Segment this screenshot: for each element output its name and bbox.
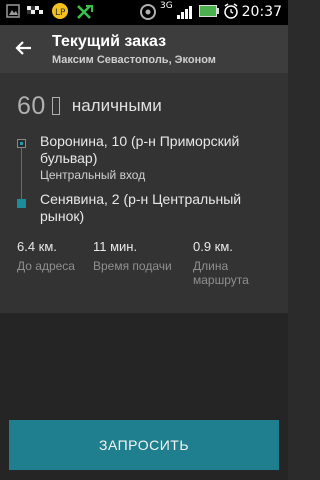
page-subtitle: Максим Севастополь, Эконом [52, 54, 216, 66]
battery-icon [199, 5, 219, 17]
stat-label: Длина маршрута [193, 259, 249, 287]
stat-label: До адреса [17, 259, 75, 273]
price-amount: 60 [17, 92, 46, 120]
pickup-entrance: Центральный вход [40, 168, 146, 182]
clock-time: 20:37 [241, 4, 282, 20]
order-details-panel: 60 наличными Воронина, 10 (р-н Приморский… [0, 73, 288, 313]
destination-marker-icon [17, 199, 26, 208]
alarm-icon [224, 3, 238, 19]
back-arrow-icon[interactable] [15, 39, 33, 57]
stat-route-length: 0.9 км. Длина маршрута [193, 239, 273, 287]
page-title: Текущий заказ [52, 33, 167, 50]
route-connector [21, 147, 22, 199]
svg-text:LP: LP [55, 8, 66, 18]
stat-arrival-time: 11 мин. Время подачи [93, 239, 172, 273]
price-row: 60 наличными [17, 92, 162, 121]
pickup-marker-icon [17, 139, 26, 148]
lp-app-icon: LP [52, 3, 68, 19]
stat-value: 0.9 км. [193, 239, 233, 254]
signal-strength-icon [177, 6, 192, 19]
pickup-address: Воронина, 10 (р-н Приморский бульвар) [40, 133, 240, 166]
payment-method: наличными [71, 96, 162, 115]
wifi-signal-icon [140, 4, 156, 20]
stat-value: 11 мин. [93, 239, 138, 254]
destination-address: Сенявина, 2 (р-н Центральный рынок) [40, 191, 242, 224]
stat-value: 6.4 км. [17, 239, 57, 254]
currency-icon [51, 97, 60, 115]
stat-distance-to-address: 6.4 км. До адреса [17, 239, 75, 273]
crossed-arrows-icon [77, 5, 93, 19]
network-type-label: 3G [160, 1, 173, 11]
action-bar: Текущий заказ Максим Севастополь, Эконом [0, 25, 288, 73]
request-button[interactable]: ЗАПРОСИТЬ [9, 420, 279, 470]
status-bar: LP 3G 20:37 [0, 0, 288, 25]
taxi-icon [27, 6, 43, 14]
image-icon [6, 4, 20, 18]
stat-label: Время подачи [93, 259, 172, 273]
